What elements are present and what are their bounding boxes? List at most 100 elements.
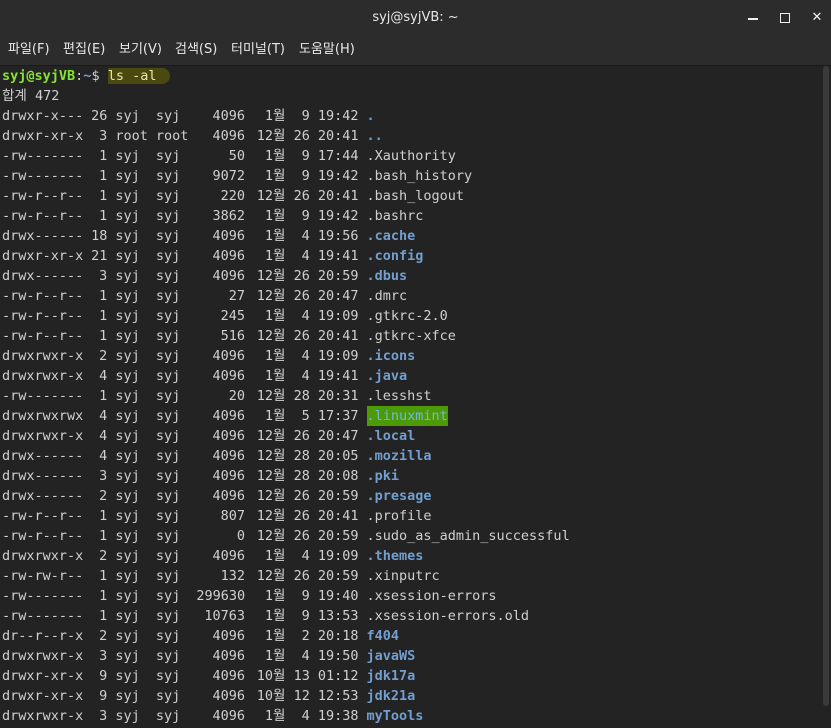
- entry-group: syj: [155, 628, 181, 644]
- listing-row: -rw-r--r-- 1 syj syj 220 12월 26 20:41 .bash_logo…: [2, 186, 812, 206]
- entry-name: .dmrc: [366, 288, 408, 304]
- entry-owner: syj: [115, 488, 140, 504]
- entry-perm: -rw-------: [2, 168, 84, 184]
- entry-size: 807: [220, 508, 245, 524]
- entry-group: syj: [155, 188, 181, 204]
- menu-view[interactable]: 보기(V): [119, 35, 162, 65]
- entry-owner: syj: [115, 468, 140, 484]
- close-button[interactable]: ✕: [807, 8, 827, 28]
- entry-perm: drwxrwxr-x: [2, 348, 84, 364]
- entry-owner: syj: [115, 348, 140, 364]
- entry-owner: syj: [115, 668, 140, 684]
- entry-month: 12월: [256, 288, 286, 304]
- total-line: 합계 472: [2, 88, 60, 104]
- entry-day: 12: [293, 688, 310, 704]
- entry-group: syj: [155, 268, 181, 284]
- menu-terminal[interactable]: 터미널(T): [231, 35, 285, 65]
- entry-day: 4: [301, 648, 310, 664]
- entry-links: 3: [99, 268, 108, 284]
- listing-row: drwx------ 4 syj syj 4096 12월 28 20:05 .mozilla: [2, 446, 812, 466]
- entry-links: 9: [99, 688, 108, 704]
- entry-name: .pki: [366, 468, 400, 484]
- entry-size: 4096: [212, 488, 245, 504]
- entry-links: 1: [99, 508, 108, 524]
- entry-month: 1월: [264, 148, 286, 164]
- listing-row: drwxr-x--- 26 syj syj 4096 1월 9 19:42.: [2, 106, 812, 126]
- listing-row: -rw-r--r-- 1 syj syj 807 12월 26 20:41 .profile: [2, 506, 812, 526]
- entry-group: syj: [155, 108, 181, 124]
- listing-row: -rw------- 1 syj syj 9072 1월 9 19:42 .bash_histo…: [2, 166, 812, 186]
- entry-time: 19:41: [317, 368, 359, 384]
- entry-name: .themes: [366, 548, 424, 564]
- terminal-output[interactable]: syj@syjVB:~$ ls -al 합계 472 drwxr-x--- 26 s…: [0, 66, 820, 728]
- entry-time: 20:08: [317, 468, 359, 484]
- title-bar[interactable]: syj@syjVB: ~ ✕: [0, 0, 831, 35]
- entry-time: 19:42: [317, 208, 359, 224]
- listing-row: drwxr-xr-x 9 syj syj 4096 10월 12 12:53 jdk21a: [2, 686, 812, 706]
- entry-group: syj: [155, 168, 181, 184]
- entry-perm: drwxrwxr-x: [2, 368, 84, 384]
- menu-edit[interactable]: 편집(E): [63, 35, 105, 65]
- menu-help[interactable]: 도움말(H): [299, 35, 355, 65]
- entry-day: 26: [293, 488, 310, 504]
- entry-time: 20:41: [317, 508, 359, 524]
- entry-month: 12월: [256, 448, 286, 464]
- entry-time: 17:44: [317, 148, 359, 164]
- entry-month: 1월: [264, 108, 286, 124]
- listing-row: -rw------- 1 syj syj 299630 1월 9 19:40 .xsession…: [2, 586, 812, 606]
- entry-name: .bashrc: [366, 208, 424, 224]
- entry-name: .java: [366, 368, 408, 384]
- entry-perm: -rw-r--r--: [2, 288, 84, 304]
- entry-perm: -rw-r--r--: [2, 328, 84, 344]
- entry-month: 10월: [256, 668, 286, 684]
- entry-owner: syj: [115, 708, 140, 724]
- listing-row: drwxrwxr-x 4 syj syj 4096 1월 4 19:41 .java: [2, 366, 812, 386]
- entry-links: 3: [99, 648, 108, 664]
- entry-group: syj: [155, 468, 181, 484]
- entry-owner: syj: [115, 628, 140, 644]
- entry-month: 1월: [264, 348, 286, 364]
- entry-links: 21: [91, 248, 108, 264]
- entry-month: 1월: [264, 208, 286, 224]
- scrollbar-thumb[interactable]: [823, 66, 829, 706]
- entry-links: 2: [99, 548, 108, 564]
- entry-size: 4096: [212, 108, 245, 124]
- entry-time: 20:41: [317, 328, 359, 344]
- minimize-button[interactable]: [743, 8, 763, 28]
- scrollbar[interactable]: [820, 66, 831, 728]
- entry-month: 10월: [256, 688, 286, 704]
- entry-group: syj: [155, 348, 181, 364]
- entry-group: syj: [155, 688, 181, 704]
- entry-size: 10763: [204, 608, 245, 624]
- entry-owner: syj: [115, 528, 140, 544]
- entry-group: syj: [155, 668, 181, 684]
- maximize-button[interactable]: [775, 8, 795, 28]
- entry-name: .lesshst: [366, 388, 432, 404]
- entry-size: 4096: [212, 628, 245, 644]
- entry-month: 12월: [256, 328, 286, 344]
- entry-group: syj: [155, 288, 181, 304]
- entry-perm: drwxr-xr-x: [2, 688, 84, 704]
- entry-size: 4096: [212, 408, 245, 424]
- entry-day: 26: [293, 568, 310, 584]
- entry-group: syj: [155, 708, 181, 724]
- menu-file[interactable]: 파일(F): [8, 35, 50, 65]
- entry-perm: drwxrwxr-x: [2, 708, 84, 724]
- entry-links: 1: [99, 288, 108, 304]
- entry-day: 4: [301, 228, 310, 244]
- entry-month: 1월: [264, 588, 286, 604]
- entry-owner: syj: [115, 248, 140, 264]
- entry-links: 1: [99, 168, 108, 184]
- entry-day: 28: [293, 388, 310, 404]
- entry-size: 132: [220, 568, 245, 584]
- entry-owner: root: [115, 128, 148, 144]
- entry-time: 01:12: [317, 668, 359, 684]
- entry-links: 1: [99, 208, 108, 224]
- entry-day: 4: [301, 708, 310, 724]
- entry-group: syj: [155, 368, 181, 384]
- entry-owner: syj: [115, 388, 140, 404]
- menu-search[interactable]: 검색(S): [175, 35, 217, 65]
- entry-owner: syj: [115, 328, 140, 344]
- entry-perm: -rw-------: [2, 608, 84, 624]
- entry-owner: syj: [115, 408, 140, 424]
